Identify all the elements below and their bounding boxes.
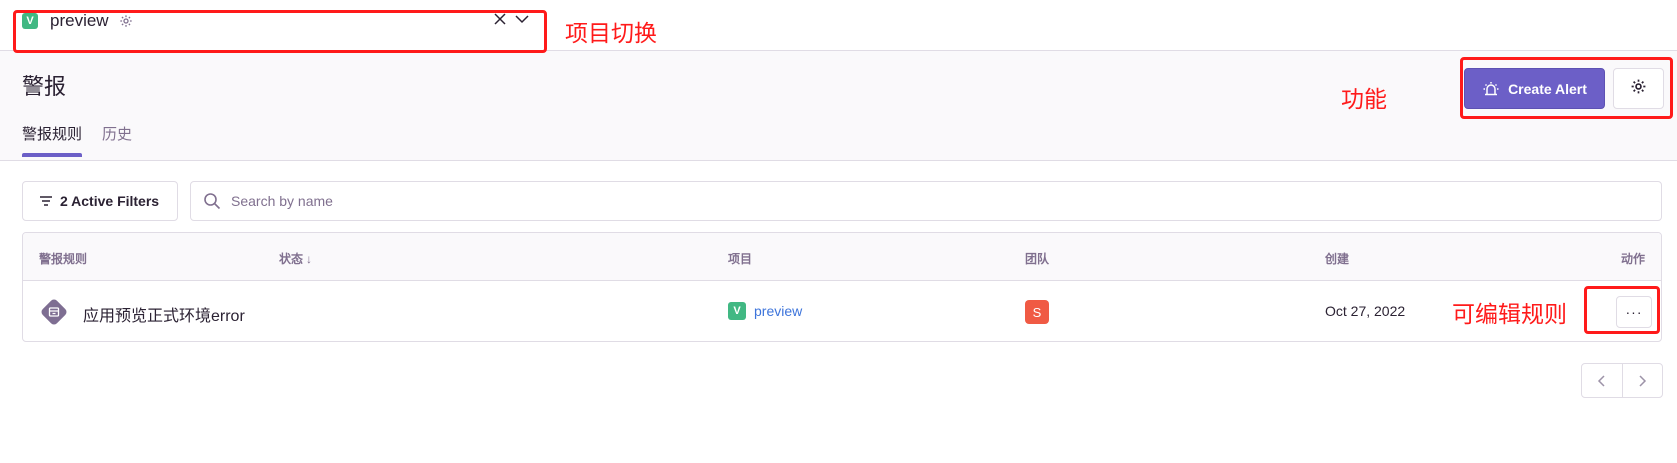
column-team: 团队 bbox=[1025, 252, 1050, 266]
column-status[interactable]: 状态 ↓ bbox=[279, 250, 312, 267]
project-cell: V preview bbox=[728, 302, 802, 320]
column-status-label: 状态 bbox=[279, 252, 304, 266]
annotation-box-functions bbox=[1460, 57, 1673, 119]
column-created: 创建 bbox=[1325, 252, 1350, 266]
chevron-right-icon[interactable] bbox=[1621, 364, 1663, 397]
project-link[interactable]: preview bbox=[754, 303, 802, 319]
created-date: Oct 27, 2022 bbox=[1325, 303, 1406, 319]
sort-arrow-icon: ↓ bbox=[306, 251, 313, 266]
table-header: 警报规则 状态 ↓ 项目 团队 创建 动作 bbox=[23, 233, 1661, 281]
page-header: 警报 警报规则 历史 Create Alert bbox=[0, 51, 1677, 161]
filter-icon bbox=[39, 194, 53, 208]
active-filters-button[interactable]: 2 Active Filters bbox=[22, 181, 178, 221]
column-alert-rule: 警报规则 bbox=[39, 252, 88, 266]
tab-bar: 警报规则 历史 bbox=[22, 123, 152, 157]
pagination bbox=[1581, 363, 1663, 398]
column-project: 项目 bbox=[728, 252, 753, 266]
annotation-box-editable-rule bbox=[1584, 286, 1660, 334]
annotation-box-project-switch bbox=[13, 10, 547, 53]
annotation-editable-rule: 可编辑规则 bbox=[1452, 302, 1567, 328]
tab-history[interactable]: 历史 bbox=[102, 123, 132, 156]
alert-rule-icon bbox=[39, 297, 69, 327]
tab-alert-rules[interactable]: 警报规则 bbox=[22, 123, 83, 157]
search-icon bbox=[203, 192, 221, 210]
active-filters-label: 2 Active Filters bbox=[60, 193, 160, 209]
alert-rules-table: 警报规则 状态 ↓ 项目 团队 创建 动作 应用预览正式环境error V pr… bbox=[22, 232, 1662, 342]
table-row: 应用预览正式环境error V preview S Oct 27, 2022 ·… bbox=[23, 281, 1661, 341]
column-actions: 动作 bbox=[1620, 252, 1645, 266]
page-title: 警报 bbox=[22, 74, 67, 99]
alert-rule-name-link[interactable]: 应用预览正式环境error bbox=[83, 302, 245, 326]
search-box bbox=[190, 181, 1662, 221]
vue-platform-icon: V bbox=[728, 302, 746, 320]
search-input[interactable] bbox=[231, 193, 1531, 209]
annotation-functions: 功能 bbox=[1341, 87, 1387, 113]
chevron-left-icon[interactable] bbox=[1582, 364, 1622, 397]
team-avatar: S bbox=[1025, 300, 1049, 324]
annotation-project-switch: 项目切换 bbox=[565, 21, 657, 47]
